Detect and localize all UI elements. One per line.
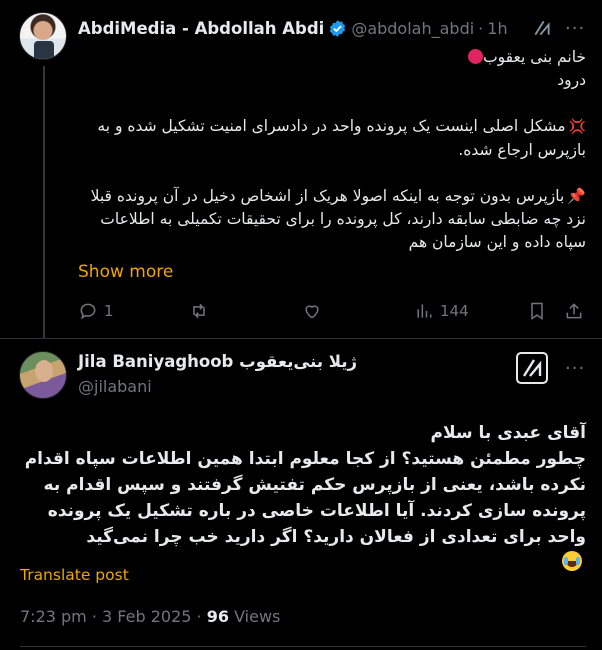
pushpin-emoji: 📌: [567, 187, 586, 205]
reply-icon: [80, 303, 96, 320]
tweet-metadata: 7:23 pm · 3 Feb 2025 · 96 Views: [20, 607, 280, 626]
tweet-date[interactable]: 3 Feb 2025: [102, 607, 191, 626]
views-count: 144: [440, 302, 469, 320]
main-tweet-text: آقای عبدی با سلام چطور مطمئن هستید؟ از ک…: [20, 420, 586, 576]
bookmark-icon: [531, 302, 543, 320]
reply-tweet-actions: 1 144: [78, 301, 586, 323]
translate-post-link[interactable]: Translate post: [20, 566, 129, 584]
views-count: 96: [206, 607, 229, 626]
reply-button[interactable]: 1: [78, 301, 114, 321]
reply-tweet-text: خانم بنی یعقوب درود 💢مشکل اصلی اینست یک …: [78, 46, 586, 254]
grok-icon[interactable]: [532, 18, 552, 38]
retweet-icon: [193, 303, 205, 319]
bottom-divider: [20, 646, 586, 647]
reply-count: 1: [104, 302, 114, 320]
handle[interactable]: @jilabani: [78, 377, 152, 396]
red-circle-emoji: [468, 49, 484, 64]
like-button[interactable]: [302, 301, 328, 321]
anger-emoji: 💢: [568, 119, 586, 135]
thread-connector-line: [43, 66, 45, 338]
views-button[interactable]: 144: [414, 301, 469, 321]
text-paragraph: مشکل اصلی اینست یک پرونده واحد در دادسرا…: [97, 117, 586, 159]
more-icon[interactable]: ···: [565, 18, 585, 39]
separator-dot: ·: [91, 607, 103, 626]
views-icon: [417, 304, 432, 318]
text-paragraph: چطور مطمئن هستید؟ از کجا معلوم ابتدا همی…: [24, 449, 586, 547]
more-icon[interactable]: ···: [565, 358, 585, 379]
retweet-button[interactable]: [189, 301, 215, 321]
grok-icon[interactable]: [516, 352, 548, 384]
text-paragraph: بازپرس بدون توجه به اینکه اصولا هریک از …: [90, 187, 586, 251]
avatar-jilabani[interactable]: [19, 351, 67, 399]
share-button[interactable]: [564, 301, 584, 321]
tweet-divider: [0, 338, 602, 339]
text-line: خانم بنی یعقوب: [483, 48, 586, 66]
text-line: درود: [557, 71, 586, 89]
handle[interactable]: @abdolah_abdi: [351, 19, 474, 38]
show-more-link[interactable]: Show more: [78, 262, 173, 282]
display-name[interactable]: AbdiMedia - Abdollah Abdi: [78, 19, 324, 38]
separator-dot: ·: [478, 18, 484, 38]
bookmark-button[interactable]: [527, 301, 547, 321]
avatar-abdimedia[interactable]: [19, 12, 67, 60]
views-label: Views: [234, 607, 281, 626]
timestamp[interactable]: 1h: [487, 19, 507, 38]
text-line: آقای عبدی با سلام: [430, 423, 586, 443]
share-icon: [566, 303, 582, 319]
heart-icon: [305, 305, 319, 319]
verified-badge-icon: [330, 19, 346, 37]
reply-tweet-header: AbdiMedia - Abdollah Abdi @abdolah_abdi …: [78, 16, 508, 40]
display-name[interactable]: Jila Baniyaghoob ژیلا بنی‌یعقوب: [78, 352, 357, 371]
laughing-tears-emoji: [562, 551, 582, 571]
separator-dot: ·: [196, 607, 207, 626]
tweet-time[interactable]: 7:23 pm: [20, 607, 87, 626]
